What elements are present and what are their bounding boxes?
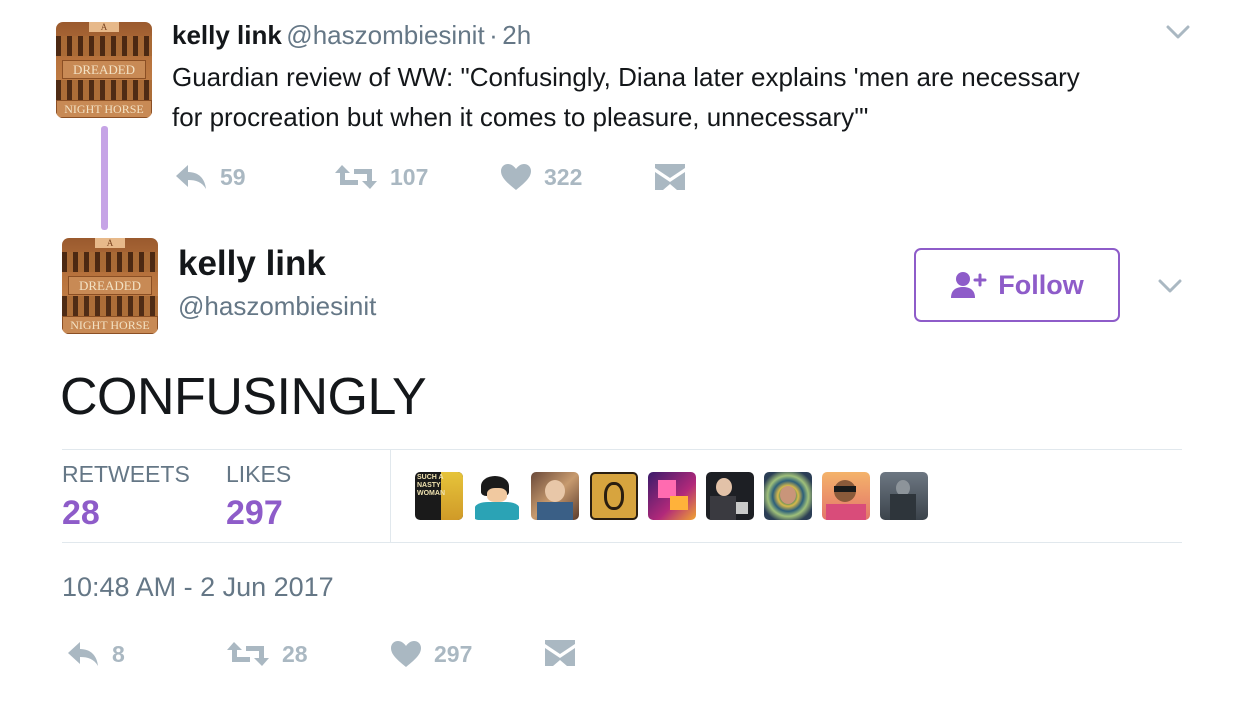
avatar-top-label: A <box>95 238 125 248</box>
parent-retweet-button[interactable]: 107 <box>334 163 428 191</box>
parent-author-handle[interactable]: @haszombiesinit <box>286 20 484 50</box>
main-author-handle[interactable]: @haszombiesinit <box>178 291 376 322</box>
parent-tweet-text: Guardian review of WW: "Confusingly, Dia… <box>172 57 1080 137</box>
avatar-label-dreaded: DREADED <box>62 60 146 79</box>
stats-bottom-divider <box>62 542 1182 543</box>
parent-tweet-header: kelly link @haszombiesinit · 2h <box>172 20 531 51</box>
envelope-icon <box>545 640 575 666</box>
likes-stat[interactable]: LIKES 297 <box>226 461 291 533</box>
liker-avatar[interactable] <box>531 472 579 520</box>
retweets-stat[interactable]: RETWEETS 28 <box>62 461 190 533</box>
liker-avatar[interactable] <box>473 472 521 520</box>
parent-tweet-text-line-1: Guardian review of WW: "Confusingly, Dia… <box>172 62 1080 92</box>
follow-button-label: Follow <box>998 269 1084 300</box>
tweet-timestamp[interactable]: 10:48 AM - 2 Jun 2017 <box>62 572 334 603</box>
main-author-name[interactable]: kelly link <box>178 244 326 284</box>
stats-vertical-divider <box>390 450 391 542</box>
retweet-icon <box>335 165 377 189</box>
retweets-stat-label: RETWEETS <box>62 461 190 487</box>
reply-icon <box>176 165 206 189</box>
main-like-button[interactable]: 297 <box>390 640 472 668</box>
main-tweet-menu-chevron-icon[interactable] <box>1158 278 1182 294</box>
avatar-label-night-horse: NIGHT HORSE <box>56 100 152 118</box>
liker-avatar[interactable]: SUCH A NASTY WOMAN <box>415 472 463 520</box>
parent-like-button[interactable]: 322 <box>500 163 582 191</box>
main-retweet-count: 28 <box>282 640 308 667</box>
liker-avatar[interactable] <box>706 472 754 520</box>
main-reply-button[interactable]: 8 <box>66 640 125 668</box>
main-tweet-avatar[interactable]: A DREADED NIGHT HORSE <box>62 238 158 334</box>
heart-icon <box>501 164 531 190</box>
parent-like-count: 322 <box>544 163 583 190</box>
parent-author-name[interactable]: kelly link <box>172 20 282 50</box>
liker-avatar[interactable] <box>590 472 638 520</box>
parent-tweet-avatar[interactable]: A DREADED NIGHT HORSE <box>56 22 152 118</box>
parent-time-separator: · <box>489 20 498 50</box>
main-direct-message-button[interactable] <box>545 640 575 666</box>
avatar-top-label: A <box>89 22 119 32</box>
liker-avatar[interactable] <box>880 472 928 520</box>
main-tweet-text: CONFUSINGLY <box>60 368 427 426</box>
parent-tweet-text-line-2: for procreation but when it comes to ple… <box>172 102 869 132</box>
likes-stat-label: LIKES <box>226 461 292 487</box>
liker-avatar-text: SUCH A NASTY WOMAN <box>417 474 445 497</box>
add-user-icon <box>951 272 987 298</box>
liker-avatar[interactable] <box>648 472 696 520</box>
main-reply-count: 8 <box>112 640 125 667</box>
avatar-label-dreaded: DREADED <box>68 276 152 295</box>
parent-reply-count: 59 <box>220 163 246 190</box>
parent-tweet-menu-chevron-icon[interactable] <box>1166 24 1190 40</box>
retweet-icon <box>227 642 269 666</box>
parent-retweet-count: 107 <box>390 163 429 190</box>
follow-button[interactable]: Follow <box>914 248 1120 322</box>
parent-direct-message-button[interactable] <box>655 164 685 190</box>
reply-icon <box>68 642 98 666</box>
parent-reply-button[interactable]: 59 <box>174 163 246 191</box>
avatar-label-night-horse: NIGHT HORSE <box>62 316 158 334</box>
thread-connector-line <box>101 126 108 230</box>
liker-avatar[interactable] <box>764 472 812 520</box>
parent-tweet-time[interactable]: 2h <box>502 20 531 50</box>
liker-avatar[interactable] <box>822 472 870 520</box>
main-retweet-button[interactable]: 28 <box>226 640 308 668</box>
likes-stat-value: 297 <box>226 494 283 532</box>
stats-top-divider <box>62 449 1182 450</box>
main-like-count: 297 <box>434 640 473 667</box>
retweets-stat-value: 28 <box>62 494 100 532</box>
heart-icon <box>391 641 421 667</box>
envelope-icon <box>655 164 685 190</box>
